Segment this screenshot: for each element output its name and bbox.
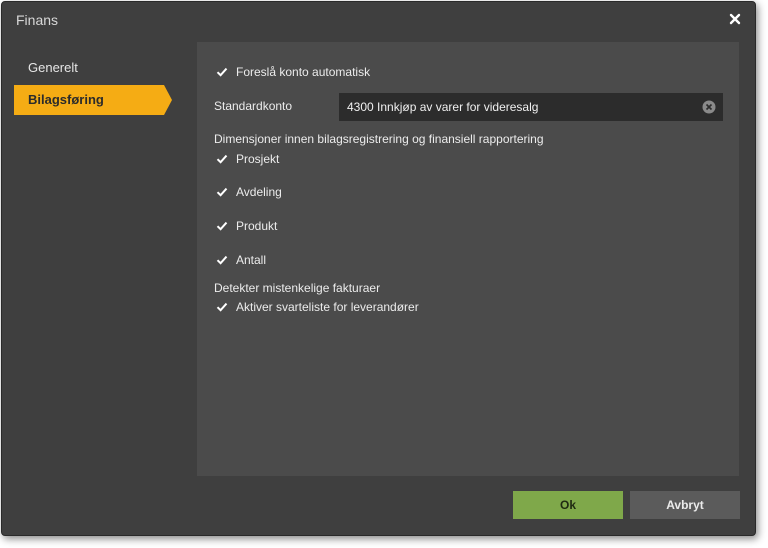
avdeling-label: Avdeling [236, 185, 282, 199]
checkmark-icon [216, 302, 228, 312]
standard-account-label: Standardkonto [214, 99, 293, 113]
suggest-account-row: Foreslå konto automatisk [216, 65, 370, 79]
checkmark-icon [216, 67, 228, 77]
checkmark-icon [216, 255, 228, 265]
settings-panel: Foreslå konto automatisk Standardkonto D… [197, 42, 739, 476]
ok-button[interactable]: Ok [513, 491, 623, 519]
avdeling-checkbox[interactable] [216, 186, 228, 198]
active-indicator-arrow [164, 85, 172, 115]
dimension-row-avdeling: Avdeling [216, 185, 282, 199]
dimension-row-antall: Antall [216, 253, 266, 267]
produkt-label: Produkt [236, 219, 278, 233]
finans-dialog: Finans Generelt Bilagsføring Foreslå kon… [1, 1, 756, 536]
blacklist-label: Aktiver svarteliste for leverandører [236, 300, 419, 314]
produkt-checkbox[interactable] [216, 220, 228, 232]
checkmark-icon [216, 154, 228, 164]
prosjekt-checkbox[interactable] [216, 153, 228, 165]
cancel-button[interactable]: Avbryt [630, 491, 740, 519]
dimension-row-prosjekt: Prosjekt [216, 152, 279, 166]
clear-icon[interactable] [702, 100, 716, 114]
standard-account-field [339, 93, 723, 121]
suggest-account-checkbox[interactable] [216, 66, 228, 78]
sidebar-item-bilagsforing[interactable]: Bilagsføring [14, 85, 172, 115]
antall-label: Antall [236, 253, 267, 267]
checkmark-icon [216, 221, 228, 231]
dimensions-heading: Dimensjoner innen bilagsregistrering og … [214, 132, 544, 146]
blacklist-row: Aktiver svarteliste for leverandører [216, 300, 419, 314]
standard-account-input[interactable] [340, 93, 702, 121]
sidebar-item-label: Generelt [28, 60, 78, 75]
prosjekt-label: Prosjekt [236, 152, 280, 166]
dialog-title: Finans [16, 12, 59, 28]
dimension-row-produkt: Produkt [216, 219, 277, 233]
antall-checkbox[interactable] [216, 254, 228, 266]
suggest-account-label: Foreslå konto automatisk [236, 65, 371, 79]
close-icon[interactable] [727, 11, 743, 27]
suspicious-invoices-heading: Detekter mistenkelige fakturaer [214, 281, 381, 295]
blacklist-checkbox[interactable] [216, 301, 228, 313]
sidebar-item-generelt[interactable]: Generelt [14, 53, 164, 83]
checkmark-icon [216, 187, 228, 197]
sidebar-item-label: Bilagsføring [28, 92, 104, 107]
